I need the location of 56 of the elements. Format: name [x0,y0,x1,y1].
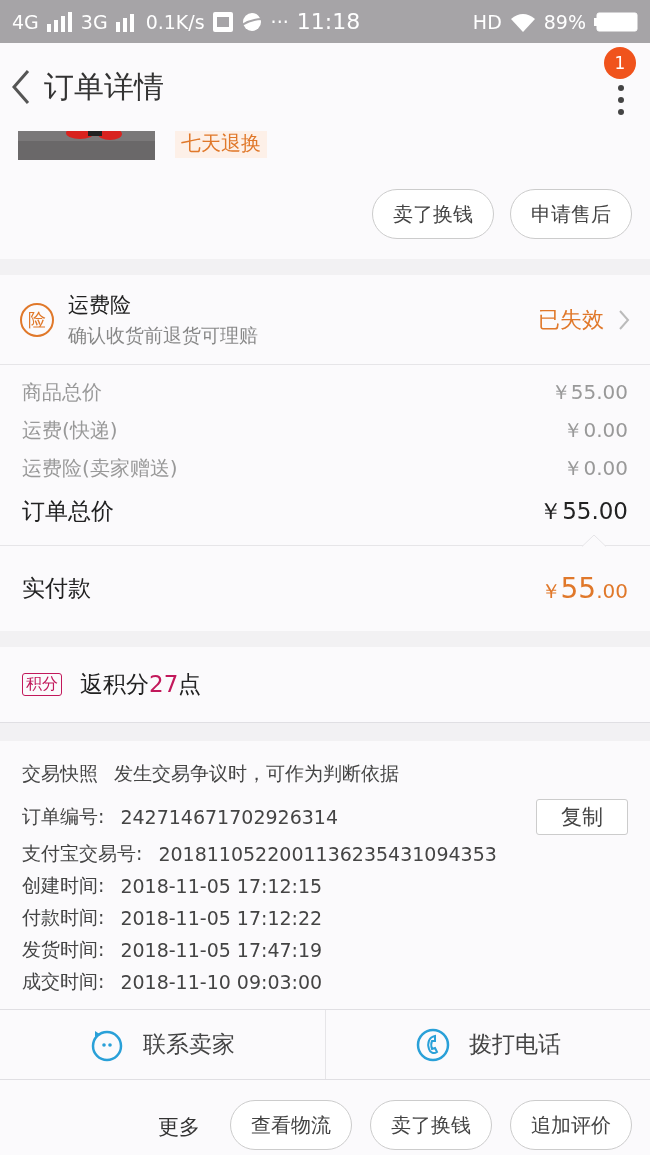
chevron-right-icon [618,308,630,331]
battery-icon [594,11,638,32]
paid-amount: ￥55.00 [540,572,628,605]
network-label: 3G [80,10,108,33]
contact-button[interactable]: 联系卖家 [0,1010,325,1079]
info-label: 支付宝交易号: [22,841,143,866]
action-button[interactable]: 申请售后 [510,189,632,239]
clock: 11:18 [296,9,361,34]
more-dots: ··· [270,10,289,33]
network-label: 4G [12,10,39,33]
planet-icon [240,10,263,33]
action-button[interactable]: 卖了换钱 [372,189,494,239]
snapshot-label[interactable]: 交易快照 [22,761,98,787]
info-value: 242714671702926314 [120,806,338,828]
paid-label: 实付款 [22,574,91,603]
price-label: 运费(快递) [22,416,118,444]
points-tag: 积分 [22,673,62,696]
network-speed: 0.1K/s [145,10,205,33]
phone-icon [414,1026,451,1063]
action-button[interactable]: 查看物流 [230,1100,352,1150]
price-label: 运费险(卖家赠送) [22,454,178,482]
info-label: 成交时间: [22,969,105,994]
action-button[interactable]: 追加评价 [510,1100,632,1150]
notification-badge: 1 [604,47,636,79]
price-label: 商品总价 [22,378,102,406]
wifi-icon [509,11,536,32]
info-value: 2018-11-10 09:03:00 [120,971,323,993]
more-menu-icon[interactable] [616,83,626,117]
action-button[interactable]: 卖了换钱 [370,1100,492,1150]
info-label: 发货时间: [22,937,105,962]
info-label: 订单编号: [22,804,105,829]
insurance-title: 运费险 [68,291,132,319]
price-value: ￥55.00 [550,378,628,406]
price-value: ￥0.00 [563,416,628,444]
info-value: 2018-11-05 17:47:19 [120,939,323,961]
insurance-subtitle: 确认收货前退货可理赔 [68,322,259,348]
price-value: ￥0.00 [563,454,628,482]
info-value: 2018-11-05 17:12:22 [120,907,323,929]
info-label: 付款时间: [22,905,105,930]
app-icon [212,11,233,32]
info-value: 2018110522001136235431094353 [158,843,497,865]
signal-icon [46,11,73,32]
info-value: 2018-11-05 17:12:15 [120,875,323,897]
price-value: ￥55.00 [539,496,628,526]
insurance-icon: 险 [20,302,54,337]
battery-level: 89% [543,10,586,33]
return-policy-tag: 七天退换 [175,129,267,158]
more-label[interactable]: 更多 [158,1113,200,1141]
points-text: 返积分27点 [80,670,202,699]
price-label: 订单总价 [22,496,114,526]
page-title: 订单详情 [44,67,164,106]
copy-button[interactable]: 复制 [536,799,628,835]
hd-label: HD [472,10,502,33]
info-label: 创建时间: [22,873,105,898]
snapshot-text: 发生交易争议时，可作为判断依据 [114,761,399,786]
contact-button[interactable]: 拨打电话 [324,1010,650,1079]
